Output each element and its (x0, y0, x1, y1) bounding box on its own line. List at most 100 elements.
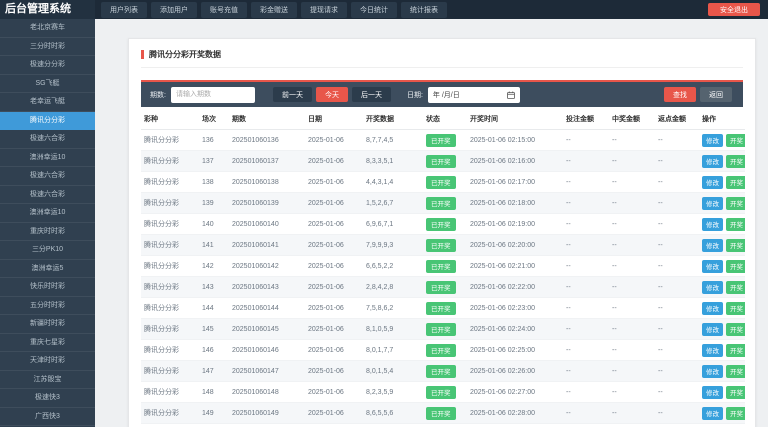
cell-status: 已开奖 (423, 277, 467, 298)
draw-button[interactable]: 开奖 (726, 155, 745, 168)
draw-button[interactable]: 开奖 (726, 302, 745, 315)
back-button[interactable]: 返回 (700, 87, 732, 102)
period-input[interactable] (171, 87, 255, 103)
table-row: 腾讯分分彩1402025010601402025-01-066,9,6,7,1已… (141, 214, 745, 235)
sidebar-item[interactable]: 极速六合彩 (0, 167, 95, 186)
cell-lottery: 腾讯分分彩 (141, 424, 199, 427)
draw-button[interactable]: 开奖 (726, 323, 745, 336)
cell-lottery: 腾讯分分彩 (141, 340, 199, 361)
cell-bet-amount: -- (563, 151, 609, 172)
draw-button[interactable]: 开奖 (726, 365, 745, 378)
draw-button[interactable]: 开奖 (726, 344, 745, 357)
prev-day-button[interactable]: 前一天 (273, 87, 312, 102)
sidebar-item[interactable]: 腾讯分分彩 (0, 112, 95, 131)
cell-win-amount: -- (609, 235, 655, 256)
draw-button[interactable]: 开奖 (726, 197, 745, 210)
nav-item[interactable]: 彩金赠送 (251, 2, 297, 18)
sidebar-item[interactable]: 极速分分彩 (0, 56, 95, 75)
sidebar-item[interactable]: 澳洲幸运10 (0, 204, 95, 223)
status-badge: 已开奖 (426, 218, 456, 231)
cell-numbers: 8,6,5,5,6 (363, 403, 423, 424)
edit-button[interactable]: 修改 (702, 197, 723, 210)
cell-period: 202501060145 (229, 319, 305, 340)
cell-date: 2025-01-06 (305, 340, 363, 361)
sidebar-item[interactable]: 五分时时彩 (0, 297, 95, 316)
filter-toolbar: 期数: 前一天 今天 后一天 日期: 年 /月/日 (141, 80, 743, 107)
cell-actions: 修改开奖 (699, 403, 745, 424)
draw-button[interactable]: 开奖 (726, 176, 745, 189)
cell-lottery: 腾讯分分彩 (141, 319, 199, 340)
main-area: 腾讯分分彩开奖数据 期数: 前一天 今天 后一天 日期: 年 /月/日 (95, 19, 768, 427)
edit-button[interactable]: 修改 (702, 134, 723, 147)
cell-lottery: 腾讯分分彩 (141, 361, 199, 382)
today-button[interactable]: 今天 (316, 87, 348, 102)
sidebar-item[interactable]: 极速六合彩 (0, 186, 95, 205)
edit-button[interactable]: 修改 (702, 239, 723, 252)
draw-button[interactable]: 开奖 (726, 218, 745, 231)
edit-button[interactable]: 修改 (702, 407, 723, 420)
nav-item[interactable]: 账号充值 (201, 2, 247, 18)
nav-item[interactable]: 今日统计 (351, 2, 397, 18)
nav-item[interactable]: 提现请求 (301, 2, 347, 18)
cell-date: 2025-01-06 (305, 151, 363, 172)
edit-button[interactable]: 修改 (702, 365, 723, 378)
topbar: 后台管理系统 用户列表添加用户账号充值彩金赠送提现请求今日统计统计报表 安全退出 (0, 0, 768, 19)
edit-button[interactable]: 修改 (702, 323, 723, 336)
sidebar-item[interactable]: 三分PK10 (0, 241, 95, 260)
nav-item[interactable]: 用户列表 (101, 2, 147, 18)
sidebar-item[interactable]: 新疆时时彩 (0, 315, 95, 334)
edit-button[interactable]: 修改 (702, 344, 723, 357)
sidebar-item[interactable]: 重庆时时彩 (0, 223, 95, 242)
sidebar-item[interactable]: 广西快3 (0, 408, 95, 427)
draw-button[interactable]: 开奖 (726, 386, 745, 399)
column-header: 日期 (305, 109, 363, 130)
nav-item[interactable]: 统计报表 (401, 2, 447, 18)
calendar-icon (507, 91, 515, 99)
table-body: 腾讯分分彩1362025010601362025-01-068,7,7,4,5已… (141, 130, 745, 427)
sidebar-item[interactable]: 快乐时时彩 (0, 278, 95, 297)
sidebar-item[interactable]: 极速六合彩 (0, 130, 95, 149)
sidebar-item[interactable]: 三分时时彩 (0, 38, 95, 57)
sidebar-item[interactable]: 澳洲幸运10 (0, 149, 95, 168)
status-badge: 已开奖 (426, 323, 456, 336)
edit-button[interactable]: 修改 (702, 260, 723, 273)
sidebar-item[interactable]: 重庆七星彩 (0, 334, 95, 353)
sidebar-item[interactable]: 老北京赛车 (0, 19, 95, 38)
draw-button[interactable]: 开奖 (726, 281, 745, 294)
edit-button[interactable]: 修改 (702, 218, 723, 231)
cell-win-amount: -- (609, 319, 655, 340)
sidebar-item[interactable]: 江苏骰宝 (0, 371, 95, 390)
cell-draw-time: 2025-01-06 02:23:00 (467, 298, 563, 319)
draw-button[interactable]: 开奖 (726, 407, 745, 420)
nav-item[interactable]: 添加用户 (151, 2, 197, 18)
cell-lottery: 腾讯分分彩 (141, 256, 199, 277)
sidebar-item[interactable]: 天津时时彩 (0, 352, 95, 371)
edit-button[interactable]: 修改 (702, 386, 723, 399)
cell-lottery: 腾讯分分彩 (141, 193, 199, 214)
sidebar-item[interactable]: 澳洲幸运5 (0, 260, 95, 279)
edit-button[interactable]: 修改 (702, 176, 723, 189)
draw-button[interactable]: 开奖 (726, 134, 745, 147)
date-input[interactable]: 年 /月/日 (428, 87, 520, 103)
cell-date: 2025-01-06 (305, 256, 363, 277)
edit-button[interactable]: 修改 (702, 281, 723, 294)
cell-actions: 修改开奖 (699, 277, 745, 298)
draw-button[interactable]: 开奖 (726, 260, 745, 273)
edit-button[interactable]: 修改 (702, 155, 723, 168)
cell-draw-time: 2025-01-06 02:24:00 (467, 319, 563, 340)
draw-button[interactable]: 开奖 (726, 239, 745, 252)
cell-status: 已开奖 (423, 193, 467, 214)
search-button[interactable]: 查找 (664, 87, 696, 102)
cell-status: 已开奖 (423, 172, 467, 193)
table-row: 腾讯分分彩1442025010601442025-01-067,5,8,6,2已… (141, 298, 745, 319)
sidebar-item[interactable]: 极速快3 (0, 389, 95, 408)
table-row: 腾讯分分彩1492025010601492025-01-068,6,5,5,6已… (141, 403, 745, 424)
cell-session: 145 (199, 319, 229, 340)
next-day-button[interactable]: 后一天 (352, 87, 391, 102)
edit-button[interactable]: 修改 (702, 302, 723, 315)
logout-button[interactable]: 安全退出 (708, 3, 760, 16)
sidebar-item[interactable]: 老幸运飞艇 (0, 93, 95, 112)
cell-bet-amount: -- (563, 424, 609, 427)
sidebar-item[interactable]: SG飞艇 (0, 75, 95, 94)
table-row: 腾讯分分彩1452025010601452025-01-068,1,0,5,9已… (141, 319, 745, 340)
